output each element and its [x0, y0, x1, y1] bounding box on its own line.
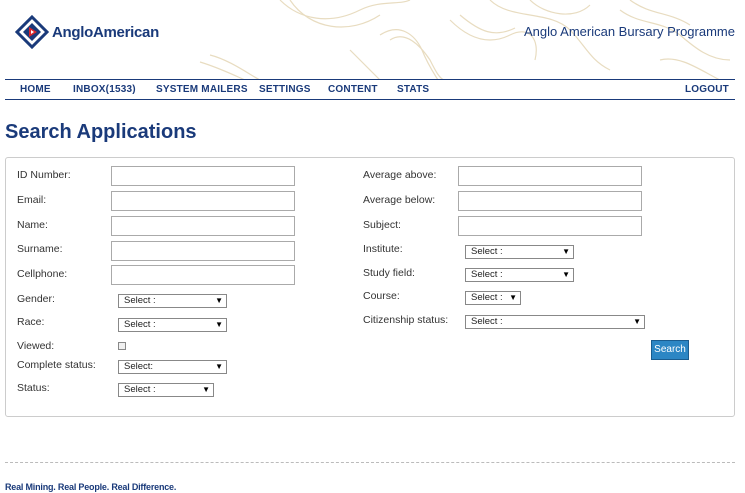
search-button[interactable]: Search [651, 340, 689, 360]
nav-settings[interactable]: SETTINGS [259, 84, 311, 95]
institute-select[interactable]: Select : ▼ [465, 245, 574, 259]
complete-status-select-value: Select: [124, 361, 154, 372]
race-select-value: Select : [124, 319, 156, 330]
page-title: Search Applications [5, 121, 197, 143]
brand-logo[interactable]: AngloAmerican [15, 15, 159, 49]
average-below-label: Average below: [363, 194, 436, 206]
gender-select[interactable]: Select : ▼ [118, 294, 227, 308]
institute-select-value: Select : [471, 246, 503, 257]
complete-status-label: Complete status: [17, 359, 96, 371]
id-number-input[interactable] [111, 166, 295, 186]
subject-input[interactable] [458, 216, 642, 236]
gender-label: Gender: [17, 293, 55, 305]
nav-stats[interactable]: STATS [397, 84, 429, 95]
topographic-background [199, 0, 731, 80]
complete-status-select[interactable]: Select: ▼ [118, 360, 227, 374]
study-field-select-value: Select : [471, 269, 503, 280]
dropdown-arrow-icon: ▼ [215, 362, 223, 371]
name-input[interactable] [111, 216, 295, 236]
course-select-value: Select : [471, 292, 503, 303]
subject-label: Subject: [363, 219, 401, 231]
surname-label: Surname: [17, 243, 63, 255]
nav-system-mailers[interactable]: SYSTEM MAILERS [156, 84, 248, 95]
nav-home[interactable]: HOME [20, 84, 51, 95]
course-select[interactable]: Select : ▼ [465, 291, 521, 305]
name-label: Name: [17, 219, 48, 231]
cellphone-label: Cellphone: [17, 268, 68, 280]
footer-tagline: Real Mining. Real People. Real Differenc… [5, 482, 177, 492]
cellphone-input[interactable] [111, 265, 295, 285]
dropdown-arrow-icon: ▼ [562, 247, 570, 256]
viewed-checkbox[interactable] [118, 342, 126, 350]
dropdown-arrow-icon: ▼ [215, 296, 223, 305]
dropdown-arrow-icon: ▼ [215, 320, 223, 329]
citizenship-status-select[interactable]: Select : ▼ [465, 315, 645, 329]
institute-label: Institute: [363, 243, 403, 255]
brand-name: AngloAmerican [52, 23, 159, 41]
citizenship-status-label: Citizenship status: [363, 314, 449, 326]
programme-title: Anglo American Bursary Programme [524, 24, 735, 39]
status-select-value: Select : [124, 384, 156, 395]
race-select[interactable]: Select : ▼ [118, 318, 227, 332]
surname-input[interactable] [111, 241, 295, 261]
citizenship-status-select-value: Select : [471, 316, 503, 327]
viewed-label: Viewed: [17, 340, 55, 352]
id-number-label: ID Number: [17, 169, 71, 181]
nav-logout[interactable]: LOGOUT [685, 84, 729, 95]
average-below-input[interactable] [458, 191, 642, 211]
footer-divider [5, 462, 735, 463]
status-label: Status: [17, 382, 50, 394]
gender-select-value: Select : [124, 295, 156, 306]
dropdown-arrow-icon: ▼ [509, 293, 517, 302]
dropdown-arrow-icon: ▼ [562, 270, 570, 279]
average-above-input[interactable] [458, 166, 642, 186]
study-field-label: Study field: [363, 267, 415, 279]
average-above-label: Average above: [363, 169, 437, 181]
header: AngloAmerican Anglo American Bursary Pro… [0, 0, 745, 80]
email-label: Email: [17, 194, 47, 206]
nav-inbox[interactable]: INBOX(1533) [73, 84, 136, 95]
email-input[interactable] [111, 191, 295, 211]
study-field-select[interactable]: Select : ▼ [465, 268, 574, 282]
nav-content[interactable]: CONTENT [328, 84, 378, 95]
main-nav: HOME INBOX(1533) SYSTEM MAILERS SETTINGS… [5, 79, 735, 100]
dropdown-arrow-icon: ▼ [202, 385, 210, 394]
dropdown-arrow-icon: ▼ [633, 317, 641, 326]
anglo-american-logo-icon [15, 15, 49, 49]
course-label: Course: [363, 290, 400, 302]
race-label: Race: [17, 316, 45, 328]
status-select[interactable]: Select : ▼ [118, 383, 214, 397]
